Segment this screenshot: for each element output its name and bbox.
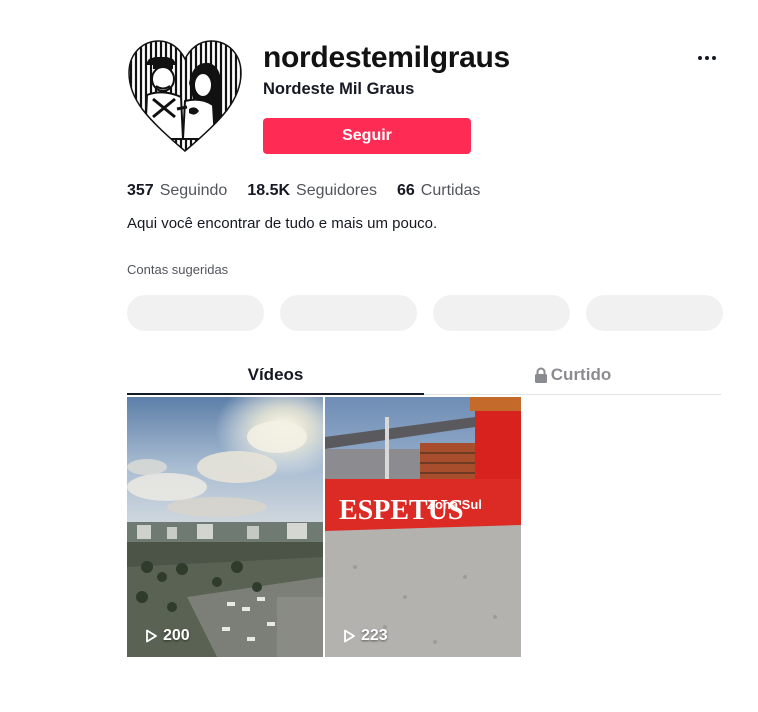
more-options-button[interactable]	[692, 46, 722, 70]
play-icon	[344, 629, 355, 643]
video-card[interactable]: 200	[127, 397, 323, 657]
tab-videos[interactable]: Vídeos	[127, 356, 424, 395]
heart-couple-logo-icon	[128, 40, 242, 152]
more-dot-icon	[705, 56, 709, 60]
suggested-account-placeholder[interactable]	[586, 295, 723, 331]
stat-followers[interactable]: 18.5K Seguidores	[247, 181, 377, 201]
play-icon	[146, 629, 157, 643]
tab-liked[interactable]: Curtido	[424, 356, 721, 394]
lock-icon	[534, 367, 547, 383]
tab-label: Curtido	[550, 365, 612, 384]
suggested-account-placeholder[interactable]	[433, 295, 570, 331]
stat-likes: 66 Curtidas	[397, 181, 480, 201]
suggested-account-placeholder[interactable]	[280, 295, 417, 331]
profile-tabs: Vídeos Curtido	[127, 356, 721, 395]
more-dot-icon	[712, 56, 716, 60]
stat-label: Seguidores	[296, 182, 377, 199]
suggested-accounts-title: Contas sugeridas	[127, 262, 229, 277]
view-count: 223	[341, 627, 388, 645]
storefront-sign-subtext: Zona Sul	[427, 497, 482, 512]
follow-button[interactable]: Seguir	[263, 118, 471, 154]
tab-label: Vídeos	[247, 364, 304, 384]
username: nordestemilgraus	[263, 41, 510, 74]
video-thumbnail: ESPETUS Zona Sul	[325, 397, 521, 657]
suggested-accounts-row	[127, 295, 723, 331]
avatar[interactable]	[127, 39, 243, 155]
more-dot-icon	[698, 56, 702, 60]
stat-label: Curtidas	[420, 182, 481, 199]
profile-stats: 357 Seguindo 18.5K Seguidores 66 Curtidas	[127, 181, 480, 201]
stat-value: 66	[396, 182, 415, 199]
nickname: Nordeste Mil Graus	[263, 80, 415, 98]
view-count-value: 223	[361, 627, 388, 644]
video-thumbnail	[127, 397, 323, 657]
stat-label: Seguindo	[159, 182, 228, 199]
bio: Aqui você encontrar de tudo e mais um po…	[127, 215, 438, 232]
stat-following[interactable]: 357 Seguindo	[127, 181, 227, 201]
view-count-value: 200	[163, 627, 190, 644]
video-card[interactable]: ESPETUS Zona Sul 223	[325, 397, 521, 657]
view-count: 200	[143, 627, 190, 645]
suggested-account-placeholder[interactable]	[127, 295, 264, 331]
stat-value: 18.5K	[247, 182, 291, 199]
video-grid: 200 ESPETUS Zona Sul 223	[127, 397, 521, 657]
stat-value: 357	[127, 182, 154, 199]
